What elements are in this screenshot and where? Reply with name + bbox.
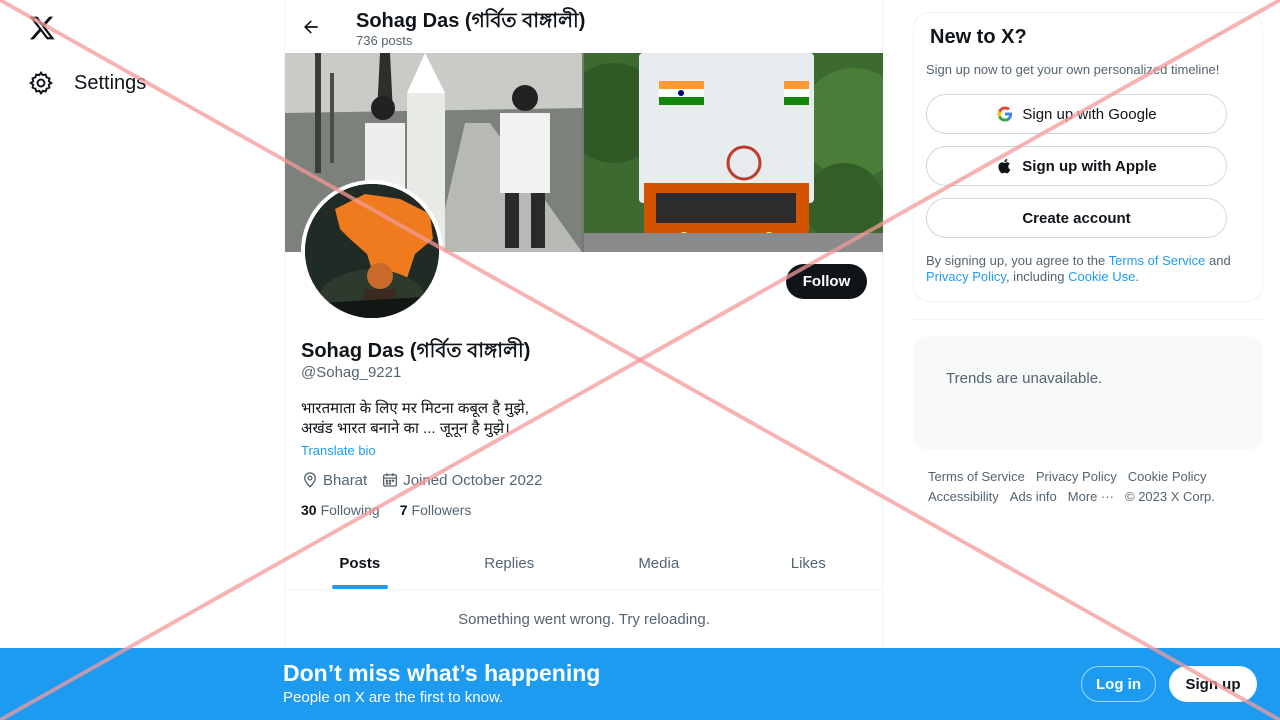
footer-link[interactable]: Terms of Service — [928, 467, 1025, 487]
cookie-link[interactable]: Cookie Use — [1068, 269, 1135, 284]
profile-bio: भारतमाता के लिए मर मिटना कबूल है मुझे, अ… — [301, 399, 681, 439]
signup-subtitle: Sign up now to get your own personalized… — [926, 62, 1220, 77]
translate-bio-link[interactable]: Translate bio — [301, 443, 376, 458]
signup-button[interactable]: Sign up — [1169, 666, 1257, 702]
tab-likes[interactable]: Likes — [734, 537, 884, 589]
privacy-link[interactable]: Privacy Policy — [926, 269, 1006, 284]
location-pin-icon — [304, 472, 316, 488]
banner-photo-truck — [584, 53, 883, 252]
footer-more-link[interactable]: More ··· — [1068, 487, 1114, 507]
legal-end: . — [1135, 269, 1139, 284]
footer-link[interactable]: Privacy Policy — [1036, 467, 1117, 487]
sidebar-divider — [913, 319, 1263, 320]
signup-legal-text: By signing up, you agree to the Terms of… — [926, 253, 1246, 285]
profile-stats: 30 Following 7 Followers — [301, 502, 471, 518]
signup-title: New to X? — [930, 26, 1027, 48]
bottom-bar-subtitle: People on X are the first to know. — [283, 689, 504, 706]
profile-handle: @Sohag_9221 — [301, 364, 402, 381]
joined-text: Joined October 2022 — [403, 471, 543, 489]
active-tab-indicator — [331, 585, 388, 589]
legal-and: and — [1205, 253, 1231, 268]
legal-prefix: By signing up, you agree to the — [926, 253, 1109, 268]
signup-panel: New to X? Sign up now to get your own pe… — [913, 12, 1263, 302]
nav-settings-link[interactable]: Settings — [28, 66, 146, 100]
following-link[interactable]: 30 Following — [301, 502, 380, 518]
followers-label: Followers — [411, 502, 472, 518]
footer-link[interactable]: Cookie Policy — [1128, 467, 1207, 487]
tab-label: Likes — [790, 554, 826, 572]
followers-link[interactable]: 7 Followers — [400, 502, 472, 518]
profile-tabs: Posts Replies Media Likes — [285, 537, 883, 590]
apple-icon — [998, 158, 1011, 174]
tab-label: Media — [638, 554, 680, 572]
profile-topbar: Sohag Das (গর্বিত বাঙ্গালী) 736 posts — [285, 0, 884, 53]
profile-location: Bharat — [301, 471, 367, 489]
login-button[interactable]: Log in — [1081, 666, 1156, 702]
location-text: Bharat — [323, 471, 368, 489]
bottom-signup-bar: Don’t miss what’s happening People on X … — [0, 648, 1280, 720]
gear-icon — [28, 70, 54, 96]
footer-link[interactable]: Accessibility — [928, 487, 999, 507]
footer-links: Terms of Service Privacy Policy Cookie Pol… — [928, 467, 1248, 507]
bio-line: भारतमाता के लिए मर मिटना कबूल है मुझे, — [301, 400, 529, 417]
google-icon — [997, 106, 1013, 122]
signup-google-label: Sign up with Google — [1022, 105, 1157, 123]
left-nav: Settings — [0, 0, 284, 720]
footer-copyright: © 2023 X Corp. — [1125, 489, 1215, 504]
profile-meta: Bharat Joined October 2022 — [301, 471, 556, 489]
trends-unavailable-text: Trends are unavailable. — [946, 370, 1103, 387]
signup-google-button[interactable]: Sign up with Google — [926, 94, 1227, 134]
tab-label: Replies — [484, 554, 535, 572]
tab-label: Posts — [339, 554, 381, 572]
followers-count: 7 — [399, 502, 408, 518]
terms-link[interactable]: Terms of Service — [1109, 253, 1206, 268]
signup-apple-button[interactable]: Sign up with Apple — [926, 146, 1227, 186]
profile-column: Sohag Das (গর্বিত বাঙ্গালী) 736 posts Fo… — [284, 0, 883, 720]
tab-media[interactable]: Media — [584, 537, 734, 589]
bio-line: अखंड भारत बनाने का ... जूनून है मुझे। — [301, 420, 510, 437]
following-count: 30 — [301, 502, 317, 518]
profile-joined: Joined October 2022 — [381, 471, 542, 489]
footer-link[interactable]: Ads info — [1010, 487, 1057, 507]
back-arrow-icon[interactable] — [297, 13, 325, 41]
follow-button[interactable]: Follow — [786, 264, 867, 299]
calendar-icon — [383, 473, 398, 487]
legal-including: , including — [1005, 269, 1069, 284]
tab-replies[interactable]: Replies — [435, 537, 585, 589]
profile-avatar[interactable] — [301, 180, 443, 322]
nav-settings-label: Settings — [74, 71, 147, 94]
tab-posts[interactable]: Posts — [285, 537, 435, 589]
following-label: Following — [320, 502, 380, 518]
x-logo-icon[interactable] — [28, 14, 56, 42]
trends-panel: Trends are unavailable. — [913, 336, 1263, 450]
topbar-post-count: 736 posts — [356, 33, 413, 48]
bottom-bar-title: Don’t miss what’s happening — [283, 660, 601, 686]
signup-apple-label: Sign up with Apple — [1022, 157, 1157, 175]
create-account-button[interactable]: Create account — [926, 198, 1227, 238]
feed-error-message: Something went wrong. Try reloading. — [458, 611, 710, 628]
